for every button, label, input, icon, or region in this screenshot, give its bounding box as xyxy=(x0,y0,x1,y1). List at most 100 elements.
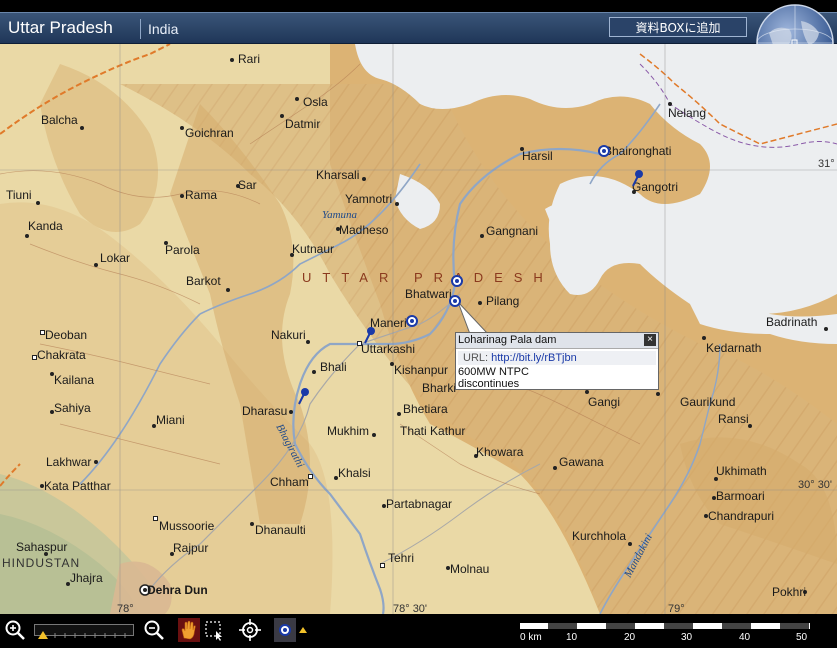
place-chakrata: Chakrata xyxy=(37,348,86,362)
place-pilang: Pilang xyxy=(486,294,520,308)
scale-label: 10 xyxy=(566,632,578,643)
place-parola: Parola xyxy=(165,243,200,257)
title-bar: Uttar Pradesh India 資料BOXに追加 xyxy=(0,12,837,44)
place-uttarkashi: Uttarkashi xyxy=(361,342,416,356)
place-gangi: Gangi xyxy=(588,395,621,409)
place-marker xyxy=(226,288,230,292)
place-marker xyxy=(480,234,484,238)
place-marker xyxy=(295,97,299,101)
zoom-slider-track xyxy=(38,631,126,639)
place-lokar: Lokar xyxy=(100,251,131,265)
place-marker xyxy=(94,263,98,267)
add-to-box-button[interactable]: 資料BOXに追加 xyxy=(609,17,747,37)
pin-dropdown-icon[interactable] xyxy=(274,618,310,642)
place-marker xyxy=(585,390,589,394)
river-yamuna-label: Yamuna xyxy=(322,209,358,221)
place-ukhimath: Ukhimath xyxy=(716,464,767,478)
place-gaurikund: Gaurikund xyxy=(680,395,736,409)
place-marker xyxy=(553,466,557,470)
place-marker xyxy=(628,542,632,546)
place-marker xyxy=(824,327,828,331)
place-marker xyxy=(362,177,366,181)
place-deoban: Deoban xyxy=(45,328,88,342)
crosshair-icon[interactable] xyxy=(238,618,262,642)
place-harsil: Harsil xyxy=(522,149,553,163)
place-marker xyxy=(395,202,399,206)
place-marker xyxy=(25,234,29,238)
bookmark-pin-icon[interactable] xyxy=(405,314,419,328)
place-khalsi: Khalsi xyxy=(338,466,371,480)
grid-lat-31: 31° xyxy=(818,158,835,170)
scale-bar: 0 km 10 20 30 40 50 xyxy=(520,620,810,646)
place-molnau: Molnau xyxy=(450,562,490,576)
place-kurchhola: Kurchhola xyxy=(572,529,627,543)
place-nelang: Nelang xyxy=(668,106,707,120)
grid-lat-30-30: 30° 30' xyxy=(798,479,833,491)
select-area-icon[interactable] xyxy=(203,618,225,642)
place-marker xyxy=(702,336,706,340)
place-datmir: Datmir xyxy=(285,117,321,131)
place-marker xyxy=(180,194,184,198)
place-mukhim: Mukhim xyxy=(327,424,370,438)
map-pin-icon[interactable] xyxy=(362,326,376,344)
popup-description: 600MW NTPC discontinues xyxy=(456,366,658,390)
map-pin-icon[interactable] xyxy=(630,169,644,187)
place-marker xyxy=(80,126,84,130)
place-mussoorie: Mussoorie xyxy=(159,519,215,533)
place-khowara: Khowara xyxy=(476,445,524,459)
place-bhaironghati: Bhaironghati xyxy=(604,144,672,158)
place-rari: Rari xyxy=(238,52,261,66)
place-goichran: Goichran xyxy=(185,126,234,140)
scale-label: 30 xyxy=(681,632,693,643)
place-yamnotri: Yamnotri xyxy=(345,192,393,206)
scale-label: 0 km xyxy=(520,632,542,643)
country-label: HINDUSTAN xyxy=(2,556,81,570)
grid-lon-79: 79° xyxy=(668,603,685,614)
popup-url-link[interactable]: http://bit.ly/rBTjbn xyxy=(491,352,577,364)
bookmark-pin-icon[interactable] xyxy=(448,294,462,308)
place-marker xyxy=(230,58,234,62)
place-ransi: Ransi xyxy=(718,412,749,426)
info-popup: Loharinag Pala dam × URL: http://bit.ly/… xyxy=(455,332,659,390)
map-pin-icon[interactable] xyxy=(296,387,310,405)
map-view[interactable]: Rari Osla Balcha Goichran Datmir Nelang … xyxy=(0,44,837,614)
place-bharki: Bharki xyxy=(422,381,457,395)
place-kutnaur: Kutnaur xyxy=(292,242,335,256)
place-sahiya: Sahiya xyxy=(54,401,91,415)
bookmark-pin-icon[interactable] xyxy=(597,144,611,158)
popup-url-row: URL: http://bit.ly/rBTjbn xyxy=(458,351,656,365)
terrain-layer xyxy=(0,44,837,614)
hand-pan-icon[interactable] xyxy=(178,618,200,642)
close-icon[interactable]: × xyxy=(644,334,656,346)
place-marker xyxy=(312,370,316,374)
zoom-out-icon[interactable] xyxy=(143,619,165,641)
bookmark-pin-icon[interactable] xyxy=(450,274,464,288)
place-rajpur: Rajpur xyxy=(173,541,209,555)
town-marker xyxy=(308,474,313,479)
place-lakhwar: Lakhwar xyxy=(46,455,92,469)
place-nakuri: Nakuri xyxy=(271,328,306,342)
state-label: UTTAR PRADESH xyxy=(302,270,554,285)
place-marker xyxy=(180,126,184,130)
zoom-in-icon[interactable] xyxy=(4,619,26,641)
place-bhatwari: Bhatwari xyxy=(405,287,452,301)
place-pokhri: Pokhri xyxy=(772,585,807,599)
zoom-slider[interactable] xyxy=(34,624,134,639)
place-thati-kathur: Thati Kathur xyxy=(400,424,466,438)
popup-url-label: URL: xyxy=(463,352,492,364)
place-dharasu: Dharasu xyxy=(242,404,288,418)
place-tiuni: Tiuni xyxy=(6,188,32,202)
place-partabnagar: Partabnagar xyxy=(386,497,453,511)
place-marker xyxy=(94,460,98,464)
place-dehra-dun: Dehra Dun xyxy=(147,583,208,597)
place-madheso: Madheso xyxy=(339,223,389,237)
place-kanda: Kanda xyxy=(28,219,63,233)
place-marker xyxy=(306,340,310,344)
grid-lon-78-30: 78° 30' xyxy=(393,603,428,614)
scale-label: 20 xyxy=(624,632,636,643)
place-kata-patthar: Kata Patthar xyxy=(44,479,111,493)
scale-bar-track xyxy=(520,623,810,629)
place-jhajra: Jhajra xyxy=(70,571,103,585)
scale-label: 50 xyxy=(796,632,808,643)
place-marker xyxy=(36,201,40,205)
